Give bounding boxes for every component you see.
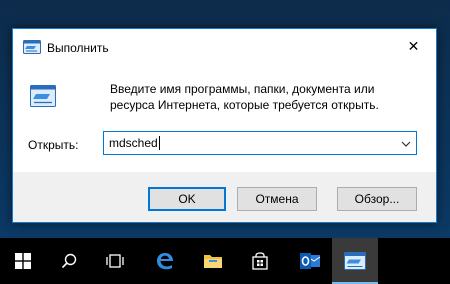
taskbar-search-button[interactable] <box>46 238 92 284</box>
dialog-title: Выполнить <box>47 41 109 55</box>
taskbar-store[interactable] <box>237 238 283 284</box>
chevron-down-icon[interactable] <box>400 137 412 155</box>
taskbar-edge[interactable] <box>142 238 188 284</box>
taskbar-file-explorer[interactable] <box>190 238 236 284</box>
close-icon: ✕ <box>407 37 420 54</box>
open-label: Открыть: <box>28 138 79 152</box>
cancel-button[interactable]: Отмена <box>237 187 317 211</box>
edge-icon <box>157 253 173 270</box>
open-combobox[interactable]: mdsched <box>103 131 417 155</box>
description-text: Введите имя программы, папки, документа … <box>110 82 379 112</box>
taskbar-run[interactable] <box>332 238 378 284</box>
search-icon <box>61 253 77 269</box>
open-input-value: mdsched <box>109 136 158 150</box>
start-button[interactable] <box>0 238 46 284</box>
run-icon <box>23 40 41 59</box>
run-program-icon <box>30 85 56 112</box>
file-explorer-icon <box>204 255 222 268</box>
dialog-body: Введите имя программы, папки, документа … <box>13 67 436 172</box>
outlook-icon <box>300 253 321 269</box>
windows-start-icon <box>15 253 31 269</box>
task-view-icon <box>106 254 124 268</box>
store-icon <box>252 252 268 270</box>
text-caret <box>158 136 160 150</box>
task-view-button[interactable] <box>92 238 138 284</box>
close-button[interactable]: ✕ <box>391 29 436 63</box>
ok-button[interactable]: OK <box>148 187 226 211</box>
run-icon <box>344 252 366 270</box>
taskbar-outlook[interactable] <box>287 238 333 284</box>
open-input[interactable]: mdsched <box>109 136 160 150</box>
run-dialog: Выполнить ✕ Введите имя программы, папки… <box>12 28 437 223</box>
title-bar[interactable]: Выполнить ✕ <box>13 29 436 67</box>
browse-button[interactable]: Обзор... <box>337 187 417 211</box>
taskbar <box>0 238 450 284</box>
dialog-footer: OK Отмена Обзор... <box>13 172 436 222</box>
